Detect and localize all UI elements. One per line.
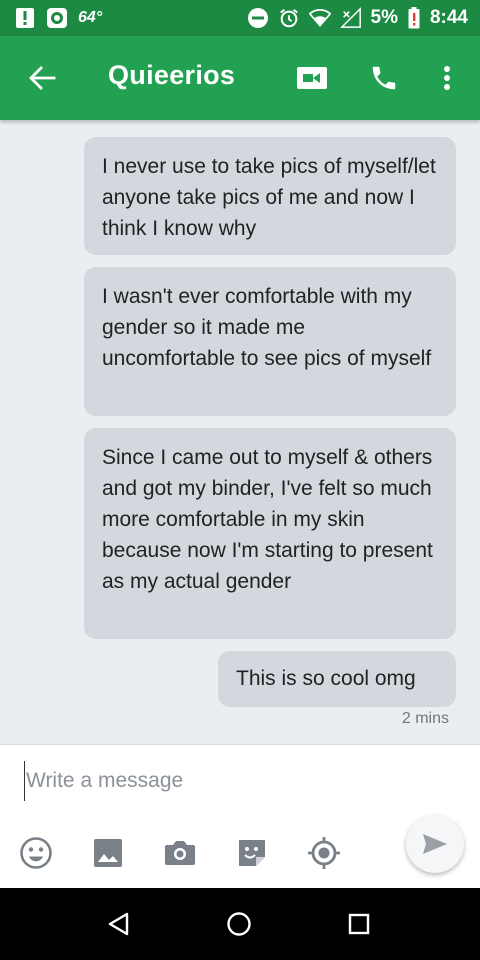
- phone-call-button[interactable]: [364, 58, 404, 98]
- battery-low-icon: [407, 7, 421, 29]
- message-bubble[interactable]: I never use to take pics of myself/let a…: [84, 137, 456, 255]
- nav-back-button[interactable]: [99, 904, 139, 944]
- do-not-disturb-icon: [247, 7, 269, 29]
- sticker-button[interactable]: [234, 835, 270, 871]
- app-icon: [46, 7, 68, 29]
- nav-home-icon: [227, 912, 251, 936]
- message-composer: [0, 744, 480, 888]
- alarm-icon: [278, 7, 300, 29]
- signal-icon: [339, 7, 362, 29]
- battery-percent: 5%: [370, 7, 398, 28]
- phone-icon: [372, 66, 396, 90]
- clock: 8:44: [429, 7, 468, 28]
- app-bar: Quieerios: [0, 36, 480, 120]
- alert-icon: [14, 7, 36, 29]
- back-button[interactable]: [22, 58, 62, 98]
- back-arrow-icon: [29, 66, 56, 90]
- message-input[interactable]: [24, 761, 444, 801]
- send-button[interactable]: [406, 815, 464, 873]
- send-icon: [423, 834, 447, 854]
- system-navigation-bar: [0, 888, 480, 960]
- gallery-button[interactable]: [90, 835, 126, 871]
- message-bubble[interactable]: This is so cool omg: [218, 651, 456, 707]
- message-bubble[interactable]: Since I came out to myself & others and …: [84, 428, 456, 639]
- more-options-button[interactable]: [432, 58, 462, 98]
- location-icon: [308, 837, 340, 869]
- message-timestamp: 2 mins: [401, 710, 449, 727]
- video-call-icon: [297, 67, 327, 89]
- nav-home-button[interactable]: [219, 904, 259, 944]
- nav-back-icon: [108, 912, 129, 936]
- camera-button[interactable]: [162, 835, 198, 871]
- emoji-button[interactable]: [18, 835, 54, 871]
- message-thread[interactable]: I never use to take pics of myself/let a…: [0, 120, 480, 744]
- more-vert-icon: [444, 66, 450, 90]
- conversation-title: Quieerios: [108, 60, 236, 90]
- video-call-button[interactable]: [292, 58, 332, 98]
- status-bar: 64° 5% 8:44: [0, 0, 480, 36]
- camera-icon: [165, 841, 195, 865]
- temperature-text: 64°: [78, 9, 103, 26]
- emoji-icon: [20, 837, 52, 869]
- wifi-icon: [308, 7, 331, 29]
- gallery-icon: [94, 839, 122, 867]
- nav-recents-button[interactable]: [339, 904, 379, 944]
- sticker-icon: [239, 840, 265, 866]
- message-bubble[interactable]: I wasn't ever comfortable with my gender…: [84, 267, 456, 416]
- nav-recents-icon: [348, 913, 370, 935]
- location-button[interactable]: [306, 835, 342, 871]
